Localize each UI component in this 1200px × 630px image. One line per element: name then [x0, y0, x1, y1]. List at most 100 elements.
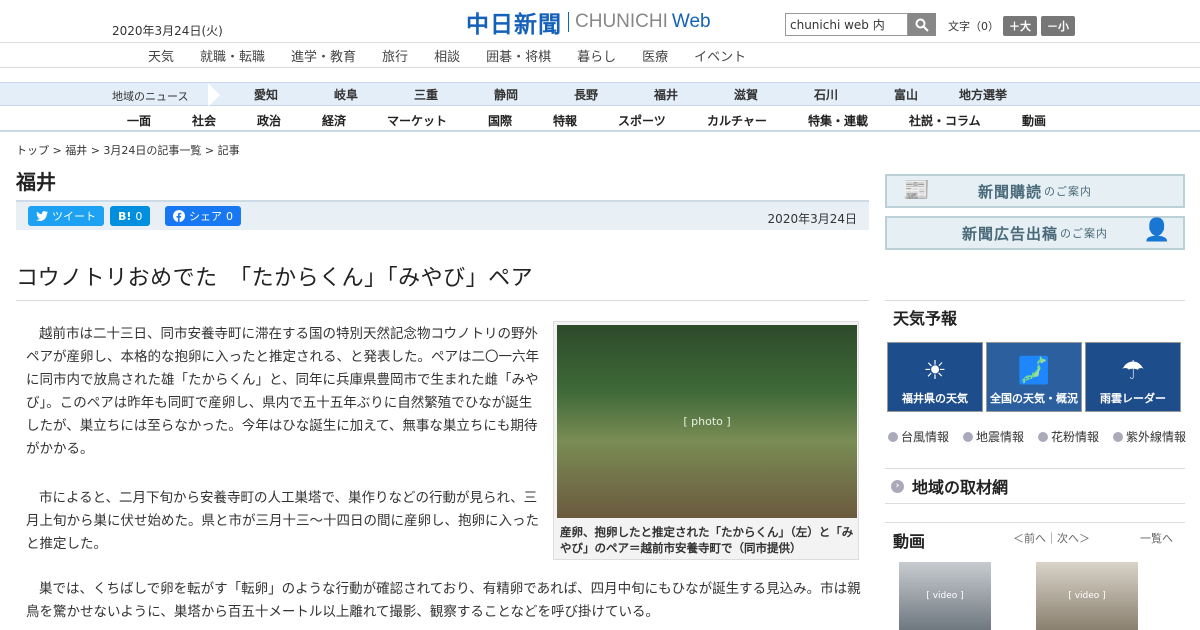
weather-heading: 天気予報 — [885, 300, 1185, 330]
search-button[interactable] — [908, 13, 936, 36]
top-nav-item[interactable]: 相談 — [434, 46, 460, 65]
weather-link[interactable]: 台風情報 — [888, 428, 949, 445]
video-prev-next[interactable]: ＜前へ｜次へ＞ — [1013, 530, 1090, 546]
category-nav-item[interactable]: 経済 — [322, 112, 346, 129]
logo-english: CHUNICHI — [575, 11, 668, 32]
rain-cloud-icon: ☂ — [1121, 356, 1145, 386]
advertising-banner-main: 新聞広告出稿 — [961, 224, 1058, 243]
weather-links: 台風情報 地震情報 花粉情報 紫外線情報 — [888, 428, 1186, 445]
font-size-control: 文字（0） ＋大 －小 — [948, 16, 1075, 36]
subscription-banner-main: 新聞購読 — [977, 182, 1042, 201]
top-nav-item[interactable]: 囲碁・将棋 — [486, 46, 551, 65]
sun-cloud-icon: ☀ — [923, 356, 947, 386]
logo-japanese: 中日新聞 — [466, 11, 562, 38]
region-nav-item[interactable]: 滋賀 — [734, 86, 758, 103]
region-nav-arrow — [208, 83, 220, 107]
facebook-icon — [173, 210, 185, 222]
category-nav-item[interactable]: カルチャー — [707, 112, 767, 129]
category-nav-item[interactable]: マーケット — [387, 112, 447, 129]
article-paragraph: 市によると、二月下旬から安養寺町の人工巣塔で、巣作りなどの行動が見られ、三月上旬… — [26, 490, 539, 552]
region-nav-item[interactable]: 静岡 — [494, 86, 518, 103]
person-icon: 👤 — [1143, 218, 1172, 243]
top-nav-item[interactable]: 天気 — [148, 46, 174, 65]
photo-caption: 産卵、抱卵したと推定された「たからくん」（左）と「みやび」のペア＝越前市安養寺町… — [560, 525, 854, 555]
video-title: 動画 — [893, 532, 926, 551]
region-nav-item[interactable]: 富山 — [894, 86, 918, 103]
region-nav-item[interactable]: 岐阜 — [334, 86, 358, 103]
font-smaller-button[interactable]: －小 — [1041, 16, 1075, 36]
weather-tile-national[interactable]: 🗾 全国の天気・概況 — [986, 342, 1082, 412]
hatena-bookmark-button[interactable]: B! 0 — [110, 206, 151, 226]
headline-divider — [16, 300, 869, 301]
article-paragraph: 巣では、くちばしで卵を転がす「転卵」のような行動が確認されており、有精卵であれば… — [26, 581, 861, 620]
tweet-button[interactable]: ツイート — [28, 206, 104, 226]
advertising-banner[interactable]: 新聞広告出稿 のご案内 👤 — [885, 216, 1185, 250]
site-search — [785, 13, 936, 36]
article-photo[interactable]: [ photo ] — [557, 325, 857, 518]
chevron-right-icon: › — [891, 479, 904, 493]
top-nav-item[interactable]: 暮らし — [577, 46, 616, 65]
category-nav-item[interactable]: 政治 — [257, 112, 281, 129]
top-nav-item[interactable]: 就職・転職 — [200, 46, 265, 65]
region-nav-item[interactable]: 石川 — [814, 86, 838, 103]
region-nav-item[interactable]: 福井 — [654, 86, 678, 103]
regional-network-label: 地域の取材網 — [912, 478, 1009, 497]
weather-tile-radar[interactable]: ☂ 雨雲レーダー — [1085, 342, 1181, 412]
top-nav-item[interactable]: 医療 — [642, 46, 668, 65]
category-nav-item[interactable]: 動画 — [1022, 112, 1046, 129]
video-all-link[interactable]: 一覧へ — [1140, 530, 1173, 546]
top-nav: 天気 就職・転職 進学・教育 旅行 相談 囲碁・将棋 暮らし 医療 イベント — [0, 42, 1200, 68]
weather-link[interactable]: 花粉情報 — [1038, 428, 1099, 445]
search-icon — [915, 18, 929, 32]
category-nav-item[interactable]: 一面 — [127, 112, 151, 129]
weather-tile-label: 全国の天気・概況 — [990, 392, 1078, 405]
share-bar: ツイート B! 0 シェア 0 2020年3月24日 — [16, 200, 869, 230]
region-nav: 地域のニュース 愛知 岐阜 三重 静岡 長野 福井 滋賀 石川 富山 地方選挙 — [0, 82, 1200, 107]
weather-map-icon: 🗾 — [1017, 356, 1051, 386]
facebook-share-count: 0 — [226, 209, 233, 223]
header-date: 2020年3月24日(火) — [112, 24, 223, 38]
facebook-share-button[interactable]: シェア 0 — [165, 206, 241, 226]
region-nav-item[interactable]: 長野 — [574, 86, 598, 103]
region-nav-label: 地域のニュース — [112, 90, 189, 103]
top-nav-item[interactable]: イベント — [694, 46, 746, 65]
logo-divider — [568, 12, 569, 32]
top-nav-item[interactable]: 進学・教育 — [291, 46, 356, 65]
weather-link[interactable]: 地震情報 — [963, 428, 1024, 445]
category-nav-item[interactable]: 特集・連載 — [808, 112, 868, 129]
search-input[interactable] — [785, 13, 908, 36]
weather-link[interactable]: 紫外線情報 — [1113, 428, 1186, 445]
twitter-icon — [36, 211, 48, 221]
hatena-count: 0 — [135, 209, 143, 223]
category-nav-item[interactable]: 特報 — [553, 112, 577, 129]
font-size-label: 文字（0） — [948, 20, 999, 33]
region-nav-item[interactable]: 愛知 — [254, 86, 278, 103]
region-nav-item[interactable]: 三重 — [414, 86, 438, 103]
article-photo-box: [ photo ] 産卵、抱卵したと推定された「たからくん」（左）と「みやび」の… — [553, 321, 859, 560]
video-thumbnail[interactable]: [ video ] — [1036, 562, 1138, 630]
hatena-icon: B! — [118, 209, 132, 223]
category-nav-item[interactable]: 社説・コラム — [909, 112, 981, 129]
breadcrumb[interactable]: トップ > 福井 > 3月24日の記事一覧 > 記事 — [16, 142, 240, 158]
category-nav-item[interactable]: スポーツ — [618, 112, 666, 129]
article-date: 2020年3月24日 — [767, 212, 857, 226]
subscription-banner[interactable]: 📰 新聞購読 のご案内 — [885, 174, 1185, 208]
category-nav: 一面 社会 政治 経済 マーケット 国際 特報 スポーツ カルチャー 特集・連載… — [0, 106, 1200, 132]
category-nav-item[interactable]: 社会 — [192, 112, 216, 129]
regional-network-link[interactable]: › 地域の取材網 — [885, 468, 1185, 504]
region-nav-item[interactable]: 地方選挙 — [959, 86, 1007, 103]
weather-tile-label: 福井県の天気 — [902, 392, 968, 405]
article-headline: コウノトリおめでた 「たからくん」「みやび」ペア — [16, 266, 534, 291]
weather-tile-label: 雨雲レーダー — [1100, 392, 1166, 405]
font-bigger-button[interactable]: ＋大 — [1003, 16, 1037, 36]
video-heading: 動画 ＜前へ｜次へ＞ 一覧へ — [885, 522, 1185, 551]
category-nav-item[interactable]: 国際 — [488, 112, 512, 129]
logo-web: Web — [671, 11, 711, 32]
article-paragraph: 越前市は二十三日、同市安養寺町に滞在する国の特別天然記念物コウノトリの野外ペアが… — [26, 326, 539, 457]
video-thumbnail[interactable]: [ video ] — [899, 562, 991, 630]
site-logo[interactable]: 中日新聞 CHUNICHI Web — [466, 8, 711, 38]
subscription-banner-sub: のご案内 — [1044, 185, 1092, 198]
top-nav-item[interactable]: 旅行 — [382, 46, 408, 65]
newspaper-icon: 📰 — [902, 178, 932, 203]
weather-tile-fukui[interactable]: ☀ 福井県の天気 — [887, 342, 983, 412]
